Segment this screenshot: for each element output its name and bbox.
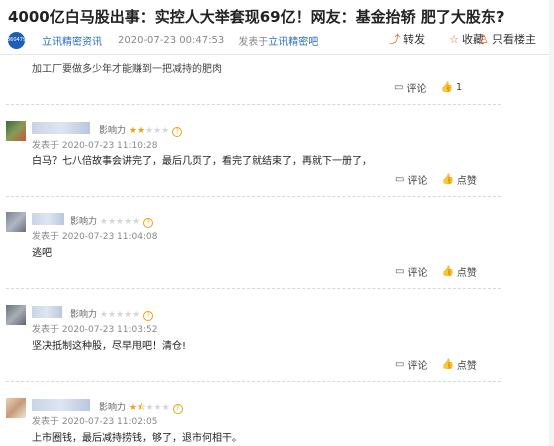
source-link[interactable]: 立讯精密吧 [268,37,318,48]
comment-button[interactable]: ▭ 评论 [394,80,426,95]
time-prefix: 发表于 [32,141,60,151]
comment-time: 发表于 2020-07-23 11:02:05 [32,414,157,427]
time-value: 2020-07-23 11:03:52 [61,325,158,335]
post-title: 4000亿白马股出事：实控人大举套现69亿！网友：基金抬轿 肥了大股东? [8,8,505,26]
like-button[interactable]: 👍 点赞 [441,357,476,372]
comment-icon: ▭ [395,174,405,185]
comment-button[interactable]: ▭ 评论 [395,264,427,279]
avatar[interactable] [6,212,26,232]
source-prefix: 发表于 [238,36,269,48]
comment-text: 加工厂要做多少年才能赚到一把减持的肥肉 [32,64,222,75]
avatar[interactable] [6,121,26,141]
star-icon: ☆ [449,32,459,46]
star-rating: ★★★★★ [99,310,141,320]
influence-label: 影响力 [99,126,127,136]
thumb-up-icon: 👍 [441,174,454,185]
comment-icon: ▭ [395,266,405,277]
comment-label: 评论 [407,268,428,279]
comment-time: 发表于 2020-07-23 11:10:28 [32,138,157,151]
comment-time: 发表于 2020-07-23 11:04:08 [32,229,157,242]
comment-actions: ▭ 评论 👍 1 [380,80,462,95]
post-source: 发表于立讯精密吧 [238,33,318,48]
post-actions: ⤴ 转发 ☆ 收藏 ♙ 只看楼主 [365,31,536,47]
divider [6,104,501,105]
help-icon[interactable]: ? [143,311,154,321]
comment-label: 评论 [406,84,427,95]
influence-label: 影响力 [70,217,98,227]
comment-text: 白马？七八倍故事会讲完了，最后几页了，看完了就结束了，再就下一册了， [32,156,372,167]
comment-text: 上市圈钱，最后减持捞钱，够了，退市何相干。 [32,433,242,444]
like-button[interactable]: 👍 点赞 [441,172,476,187]
like-button[interactable]: 👍 1 [440,80,462,95]
only-host-label: 只看楼主 [492,33,536,46]
username-blurred[interactable] [32,122,90,134]
avatar[interactable] [6,305,26,325]
influence-label: 影响力 [70,310,98,320]
comment-text: 逃吧 [32,248,52,259]
thumb-up-icon: 👍 [440,82,453,93]
username-blurred[interactable] [32,399,90,411]
author-logo[interactable]: 360479 [7,31,26,49]
user-icon: ♙ [479,32,489,46]
post-header: 4000亿白马股出事：实控人大举套现69亿！网友：基金抬轿 肥了大股东? 360… [0,0,554,55]
time-prefix: 发表于 [32,417,60,427]
like-button[interactable]: 👍 点赞 [441,264,476,279]
influence-rating: 影响力 ★★★★★? [70,214,154,228]
comment-actions: ▭ 评论 👍 点赞 [381,264,477,279]
comment-actions: ▭ 评论 👍 点赞 [381,357,477,372]
time-value: 2020-07-23 11:04:08 [61,232,158,242]
like-label: 点赞 [456,268,477,279]
comment-icon: ▭ [395,359,405,370]
divider [6,196,501,197]
comment-label: 评论 [407,361,428,372]
comment-icon: ▭ [394,82,404,93]
thumb-up-icon: 👍 [441,359,454,370]
comment-button[interactable]: ▭ 评论 [395,172,427,187]
author-link[interactable]: 立讯精密资讯 [42,33,102,48]
influence-label: 影响力 [99,403,127,413]
star-rating: ★⯪★★★ [128,403,170,413]
like-label: 点赞 [456,361,477,372]
time-value: 2020-07-23 11:10:28 [61,141,158,151]
time-value: 2020-07-23 11:02:05 [61,417,158,427]
avatar[interactable] [6,398,26,418]
comment-actions: ▭ 评论 👍 点赞 [381,172,477,187]
username-blurred[interactable] [32,306,62,318]
comment-text: 坚决抵制这种股，尽早甩吧！清仓! [32,341,187,352]
time-prefix: 发表于 [32,325,60,335]
thumb-up-icon: 👍 [441,266,454,277]
help-icon[interactable]: ? [172,127,183,137]
influence-rating: 影响力 ★★★★★? [70,307,154,321]
like-label: 1 [455,82,463,93]
share-button[interactable]: ⤴ 转发 [389,31,425,47]
username-blurred[interactable] [32,213,64,225]
scrollbar[interactable] [549,0,554,446]
influence-rating: 影响力 ★★★★★? [99,123,183,137]
comment-label: 评论 [407,176,428,187]
post-time: 2020-07-23 00:47:53 [118,34,225,46]
help-icon[interactable]: ? [172,404,183,414]
post-meta: 360479 立讯精密资讯 2020-07-23 00:47:53 发表于立讯精… [7,31,318,49]
share-label: 转发 [403,33,426,46]
comment-button[interactable]: ▭ 评论 [395,357,427,372]
help-icon[interactable]: ? [143,218,154,228]
star-rating: ★★★★★ [99,217,141,227]
like-label: 点赞 [456,176,477,187]
share-icon: ⤴ [389,33,401,46]
divider [6,288,501,289]
star-rating: ★★★★★ [128,126,170,136]
divider [6,381,501,382]
time-prefix: 发表于 [32,232,60,242]
comment-time: 发表于 2020-07-23 11:03:52 [32,322,157,335]
only-host-button[interactable]: ♙ 只看楼主 [479,31,536,47]
